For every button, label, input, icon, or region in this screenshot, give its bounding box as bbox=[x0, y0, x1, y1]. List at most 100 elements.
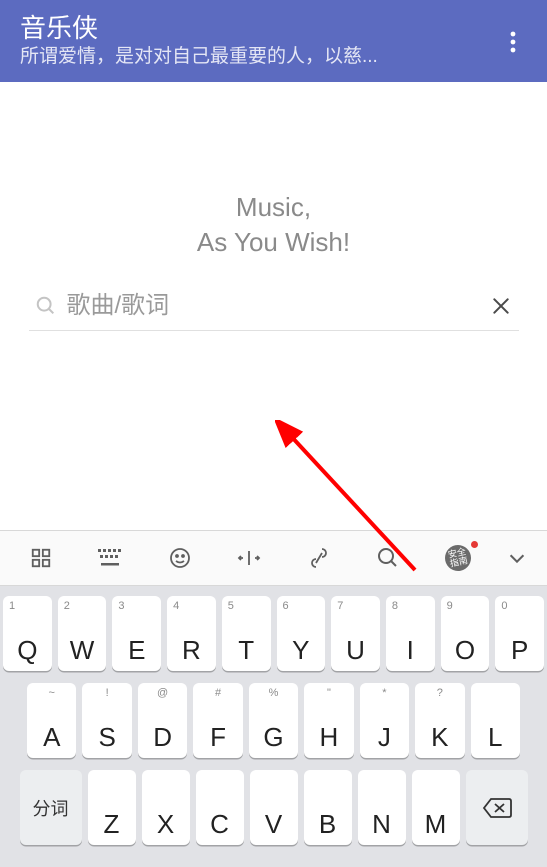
key-label: K bbox=[431, 724, 448, 750]
key-J[interactable]: *J bbox=[360, 683, 409, 758]
key-I[interactable]: 8I bbox=[386, 596, 435, 671]
key-G[interactable]: %G bbox=[249, 683, 298, 758]
key-superscript: % bbox=[269, 687, 279, 699]
toolbar-search-button[interactable] bbox=[353, 531, 422, 585]
soft-keyboard: 1Q2W3E4R5T6Y7U8I9O0P ~A!S@D#F%G"H*J?KL 分… bbox=[0, 586, 547, 867]
keyboard-row-2: ~A!S@D#F%G"H*J?KL bbox=[3, 683, 544, 758]
toolbar-keyboard-button[interactable] bbox=[75, 531, 144, 585]
clipboard-icon bbox=[307, 546, 331, 570]
key-A[interactable]: ~A bbox=[27, 683, 76, 758]
key-label: A bbox=[43, 724, 60, 750]
key-superscript: @ bbox=[157, 687, 168, 699]
key-superscript: 4 bbox=[173, 600, 179, 612]
key-X[interactable]: X bbox=[142, 770, 190, 845]
backspace-key[interactable] bbox=[466, 770, 528, 845]
key-superscript: ! bbox=[106, 687, 109, 699]
key-N[interactable]: N bbox=[358, 770, 406, 845]
slogan-text: Music, As You Wish! bbox=[197, 190, 350, 260]
toolbar-emoji-button[interactable] bbox=[145, 531, 214, 585]
keyboard-row-3: 分词 Z X C V B N M bbox=[3, 770, 544, 845]
key-label: B bbox=[319, 811, 336, 837]
key-superscript: 7 bbox=[337, 600, 343, 612]
key-superscript: ? bbox=[437, 687, 443, 699]
key-Q[interactable]: 1Q bbox=[3, 596, 52, 671]
key-label: Q bbox=[17, 637, 37, 663]
key-label: T bbox=[238, 637, 254, 663]
key-label: U bbox=[346, 637, 365, 663]
key-label: N bbox=[372, 811, 391, 837]
app-header: 音乐侠 所谓爱情，是对对自己最重要的人，以慈... bbox=[0, 0, 547, 82]
text-cursor-icon bbox=[237, 546, 261, 570]
key-W[interactable]: 2W bbox=[58, 596, 107, 671]
key-label: C bbox=[210, 811, 229, 837]
close-icon bbox=[491, 296, 511, 316]
app-title: 音乐侠 bbox=[20, 13, 495, 44]
header-text-block: 音乐侠 所谓爱情，是对对自己最重要的人，以慈... bbox=[20, 13, 495, 71]
chevron-down-icon bbox=[506, 547, 528, 569]
key-label: P bbox=[511, 637, 528, 663]
key-C[interactable]: C bbox=[196, 770, 244, 845]
more-vert-icon bbox=[510, 30, 516, 54]
key-E[interactable]: 3E bbox=[112, 596, 161, 671]
segment-key[interactable]: 分词 bbox=[20, 770, 82, 845]
key-superscript: " bbox=[327, 687, 331, 699]
emoji-icon bbox=[168, 546, 192, 570]
key-D[interactable]: @D bbox=[138, 683, 187, 758]
key-K[interactable]: ?K bbox=[415, 683, 464, 758]
key-F[interactable]: #F bbox=[193, 683, 242, 758]
key-superscript: * bbox=[382, 687, 386, 699]
key-V[interactable]: V bbox=[250, 770, 298, 845]
toolbar-collapse-button[interactable] bbox=[492, 531, 541, 585]
key-label: O bbox=[455, 637, 475, 663]
toolbar-grid-button[interactable] bbox=[6, 531, 75, 585]
overflow-menu-button[interactable] bbox=[495, 18, 531, 66]
key-superscript: # bbox=[215, 687, 221, 699]
key-label: V bbox=[265, 811, 282, 837]
key-O[interactable]: 9O bbox=[441, 596, 490, 671]
key-superscript: 8 bbox=[392, 600, 398, 612]
key-U[interactable]: 7U bbox=[331, 596, 380, 671]
key-superscript: 6 bbox=[283, 600, 289, 612]
key-label: F bbox=[210, 724, 226, 750]
key-S[interactable]: !S bbox=[82, 683, 131, 758]
key-label: M bbox=[425, 811, 447, 837]
key-B[interactable]: B bbox=[304, 770, 352, 845]
slogan-line-1: Music, bbox=[197, 190, 350, 225]
key-label: R bbox=[182, 637, 201, 663]
key-T[interactable]: 5T bbox=[222, 596, 271, 671]
key-label: J bbox=[378, 724, 391, 750]
key-H[interactable]: "H bbox=[304, 683, 353, 758]
slogan-line-2: As You Wish! bbox=[197, 225, 350, 260]
key-label: W bbox=[70, 637, 95, 663]
key-label: E bbox=[128, 637, 145, 663]
key-label: H bbox=[320, 724, 339, 750]
key-R[interactable]: 4R bbox=[167, 596, 216, 671]
toolbar-cursor-button[interactable] bbox=[214, 531, 283, 585]
key-P[interactable]: 0P bbox=[495, 596, 544, 671]
key-superscript: 0 bbox=[501, 600, 507, 612]
toolbar-safety-button[interactable]: 安全 指南 bbox=[423, 531, 492, 585]
key-label: X bbox=[157, 811, 174, 837]
keyboard-switch-icon bbox=[97, 547, 123, 569]
clear-search-button[interactable] bbox=[483, 288, 519, 324]
search-input[interactable] bbox=[67, 292, 483, 320]
key-label: L bbox=[488, 724, 502, 750]
search-field-row bbox=[29, 288, 519, 331]
key-superscript: 5 bbox=[228, 600, 234, 612]
key-M[interactable]: M bbox=[412, 770, 460, 845]
key-label: Z bbox=[104, 811, 120, 837]
key-Y[interactable]: 6Y bbox=[277, 596, 326, 671]
search-icon bbox=[376, 546, 400, 570]
key-superscript: 2 bbox=[64, 600, 70, 612]
key-superscript: 1 bbox=[9, 600, 15, 612]
key-label: S bbox=[99, 724, 116, 750]
key-label: D bbox=[153, 724, 172, 750]
key-Z[interactable]: Z bbox=[88, 770, 136, 845]
key-label: G bbox=[263, 724, 283, 750]
key-superscript: ~ bbox=[49, 687, 55, 699]
key-superscript: 3 bbox=[118, 600, 124, 612]
toolbar-clipboard-button[interactable] bbox=[284, 531, 353, 585]
segment-key-label: 分词 bbox=[33, 795, 69, 821]
keyboard-row-1: 1Q2W3E4R5T6Y7U8I9O0P bbox=[3, 596, 544, 671]
key-L[interactable]: L bbox=[471, 683, 520, 758]
